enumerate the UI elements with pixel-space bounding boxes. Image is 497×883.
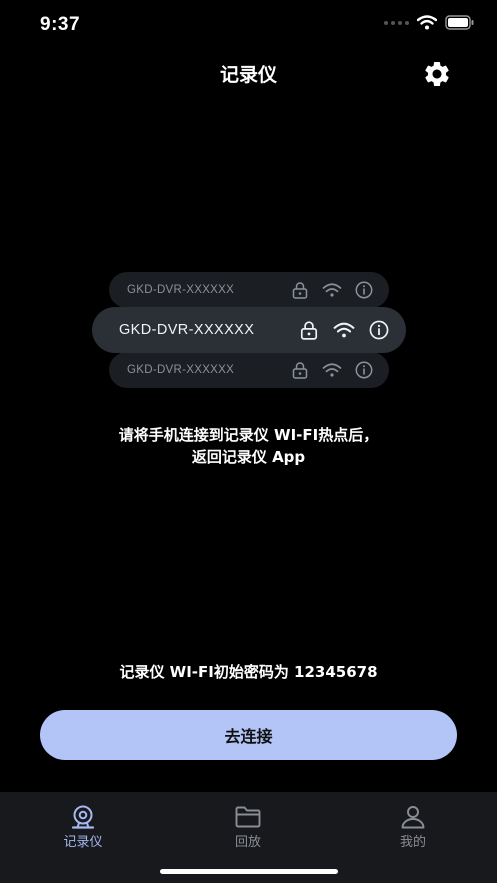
info-icon — [355, 361, 373, 379]
battery-icon — [445, 15, 474, 30]
instruction-line-2: 返回记录仪 App — [191, 448, 306, 466]
wifi-signal-icon — [333, 322, 355, 338]
settings-button[interactable] — [421, 58, 453, 90]
tab-mine[interactable]: 我的 — [363, 805, 463, 850]
info-icon — [355, 281, 373, 299]
cellular-signal-icon — [384, 20, 409, 25]
tab-recorder[interactable]: 记录仪 — [33, 805, 133, 850]
tab-bar: 记录仪 回放 我的 — [0, 792, 497, 883]
instruction-text: 请将手机连接到记录仪 WI-FI热点后， 返回记录仪 App — [0, 424, 497, 468]
status-icons — [384, 15, 475, 30]
tab-playback[interactable]: 回放 — [198, 805, 298, 850]
status-time: 9:37 — [40, 14, 81, 35]
wifi-signal-icon — [322, 363, 342, 377]
wifi-signal-icon — [322, 283, 342, 297]
connect-button[interactable]: 去连接 — [40, 710, 457, 760]
webcam-icon — [71, 805, 95, 829]
wifi-example-card-top: GKD-DVR-XXXXXX — [109, 272, 389, 308]
person-icon — [401, 806, 425, 829]
tab-label: 我的 — [399, 835, 426, 850]
home-indicator — [160, 869, 338, 874]
wifi-ssid: GKD-DVR-XXXXXX — [119, 322, 255, 338]
nav-bar: 记录仪 — [0, 50, 497, 96]
wifi-ssid: GKD-DVR-XXXXXX — [127, 364, 235, 376]
wifi-ssid: GKD-DVR-XXXXXX — [127, 284, 235, 296]
gear-icon — [425, 61, 449, 86]
status-bar: 9:37 — [0, 0, 497, 50]
lock-icon — [292, 282, 308, 299]
lock-icon — [292, 362, 308, 379]
info-icon — [369, 320, 389, 340]
default-password-note: 记录仪 WI-FI初始密码为 12345678 — [119, 663, 378, 681]
wifi-status-icon — [417, 15, 437, 30]
folder-icon — [235, 806, 261, 828]
lock-icon — [300, 321, 318, 340]
wifi-example-card-bottom: GKD-DVR-XXXXXX — [109, 352, 389, 388]
instruction-line-1: 请将手机连接到记录仪 WI-FI热点后， — [118, 426, 379, 444]
tab-label: 记录仪 — [63, 835, 103, 850]
connect-button-label: 去连接 — [224, 727, 273, 746]
tab-label: 回放 — [234, 835, 261, 850]
wifi-example-card-main: GKD-DVR-XXXXXX — [92, 307, 406, 353]
